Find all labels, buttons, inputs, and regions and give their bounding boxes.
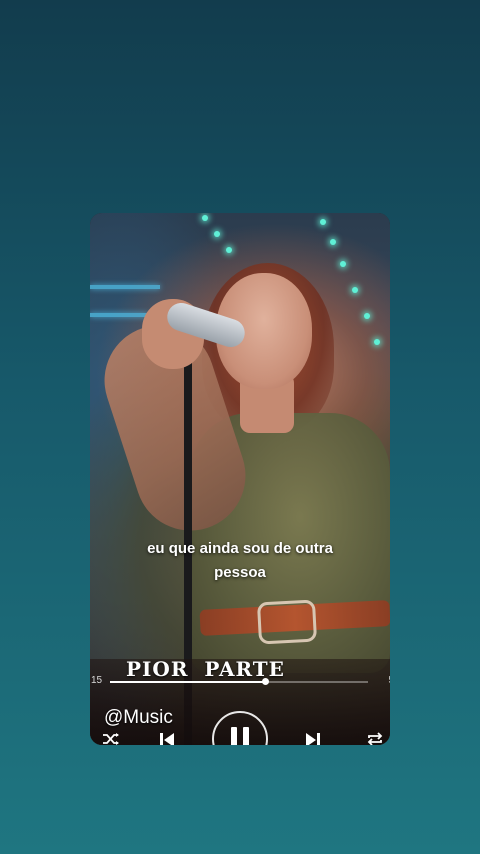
progress-thumb[interactable] xyxy=(261,678,269,685)
channel-handle: @Music xyxy=(104,707,173,728)
stage-led xyxy=(364,313,370,319)
pause-bar xyxy=(243,727,249,745)
stage-led xyxy=(202,215,208,221)
shuffle-icon[interactable] xyxy=(102,731,120,745)
stage-led xyxy=(374,339,380,345)
time-total: 5 xyxy=(388,675,390,686)
song-title: PIOR PARTE xyxy=(126,657,285,681)
pause-bar xyxy=(231,727,237,745)
stage-led xyxy=(352,287,358,293)
progress-bar[interactable] xyxy=(110,678,368,685)
repeat-icon[interactable] xyxy=(366,731,384,745)
progress-fill xyxy=(110,681,265,683)
screen: { "video": { "lyric_lines": ["eu que ain… xyxy=(0,0,480,854)
stage-light-bar xyxy=(90,285,160,289)
belt-buckle xyxy=(256,599,318,645)
stage-light-bar xyxy=(90,313,148,317)
stage-led xyxy=(226,247,232,253)
lyric-caption: eu que ainda sou de outra pessoa xyxy=(90,537,390,585)
video-card[interactable]: eu que ainda sou de outra pessoa PIOR PA… xyxy=(90,213,390,745)
stage-led xyxy=(330,239,336,245)
stage-led xyxy=(214,231,220,237)
lyric-line: pessoa xyxy=(214,564,266,581)
skip-next-icon[interactable] xyxy=(304,731,322,745)
stage-led xyxy=(340,261,346,267)
stage-led xyxy=(320,219,326,225)
skip-previous-icon[interactable] xyxy=(158,731,176,745)
time-elapsed: 15 xyxy=(91,675,103,686)
lyric-line: eu que ainda sou de outra xyxy=(147,540,333,557)
